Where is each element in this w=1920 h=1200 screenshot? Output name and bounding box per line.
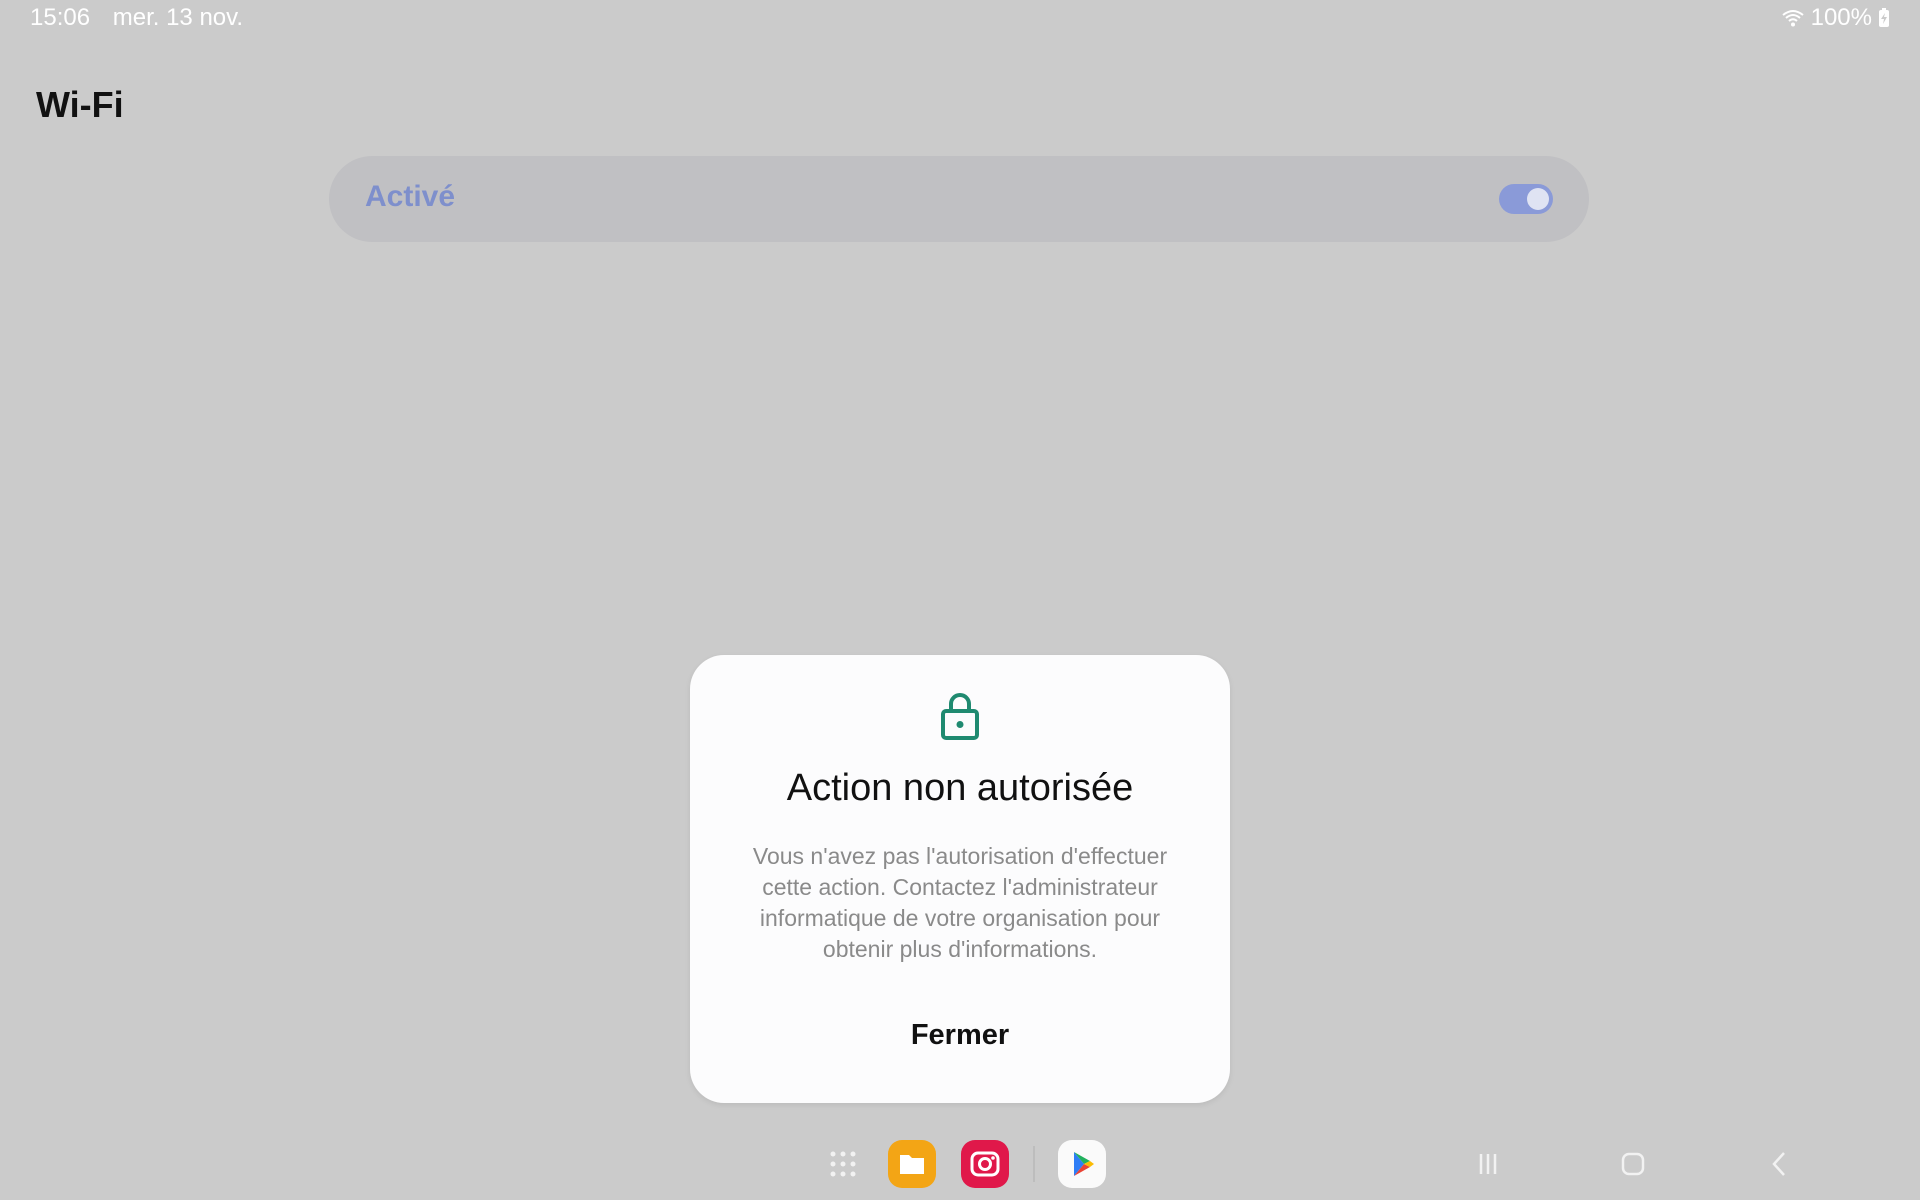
play-store-icon[interactable]: [1058, 1140, 1106, 1188]
lock-icon: [941, 693, 979, 740]
apps-grid-icon[interactable]: [819, 1140, 867, 1188]
camera-icon[interactable]: [961, 1140, 1009, 1188]
wifi-toggle-label: Activé: [365, 180, 456, 213]
status-bar-left: 15:06 mer. 13 nov.: [30, 4, 259, 32]
status-date: mer. 13 nov.: [112, 4, 244, 31]
dialog-message: Vous n'avez pas l'autorisation d'effectu…: [752, 843, 1168, 962]
wifi-icon: [1781, 10, 1804, 27]
unauthorized-action-dialog: Action non autorisée Vous n'avez pas l'a…: [690, 655, 1230, 1103]
battery-percent: 100%: [1810, 4, 1872, 31]
battery-charging-icon: [1879, 8, 1889, 27]
status-bar: 15:06 mer. 13 nov. 100%: [0, 0, 1920, 36]
switch-knob: [1527, 188, 1549, 210]
status-time: 15:06: [30, 4, 91, 31]
recent-apps-icon[interactable]: [1464, 1140, 1512, 1188]
wifi-toggle-row[interactable]: Activé: [329, 156, 1589, 242]
status-bar-right: 100%: [1781, 4, 1890, 32]
page-title: Wi-Fi: [36, 84, 124, 125]
close-button[interactable]: Fermer: [860, 1005, 1060, 1065]
home-icon[interactable]: [1609, 1140, 1657, 1188]
taskbar-divider: [1033, 1146, 1035, 1182]
dialog-title: Action non autorisée: [786, 767, 1134, 809]
wifi-switch[interactable]: [1499, 184, 1553, 214]
my-files-icon[interactable]: [888, 1140, 936, 1188]
back-icon[interactable]: [1755, 1140, 1803, 1188]
